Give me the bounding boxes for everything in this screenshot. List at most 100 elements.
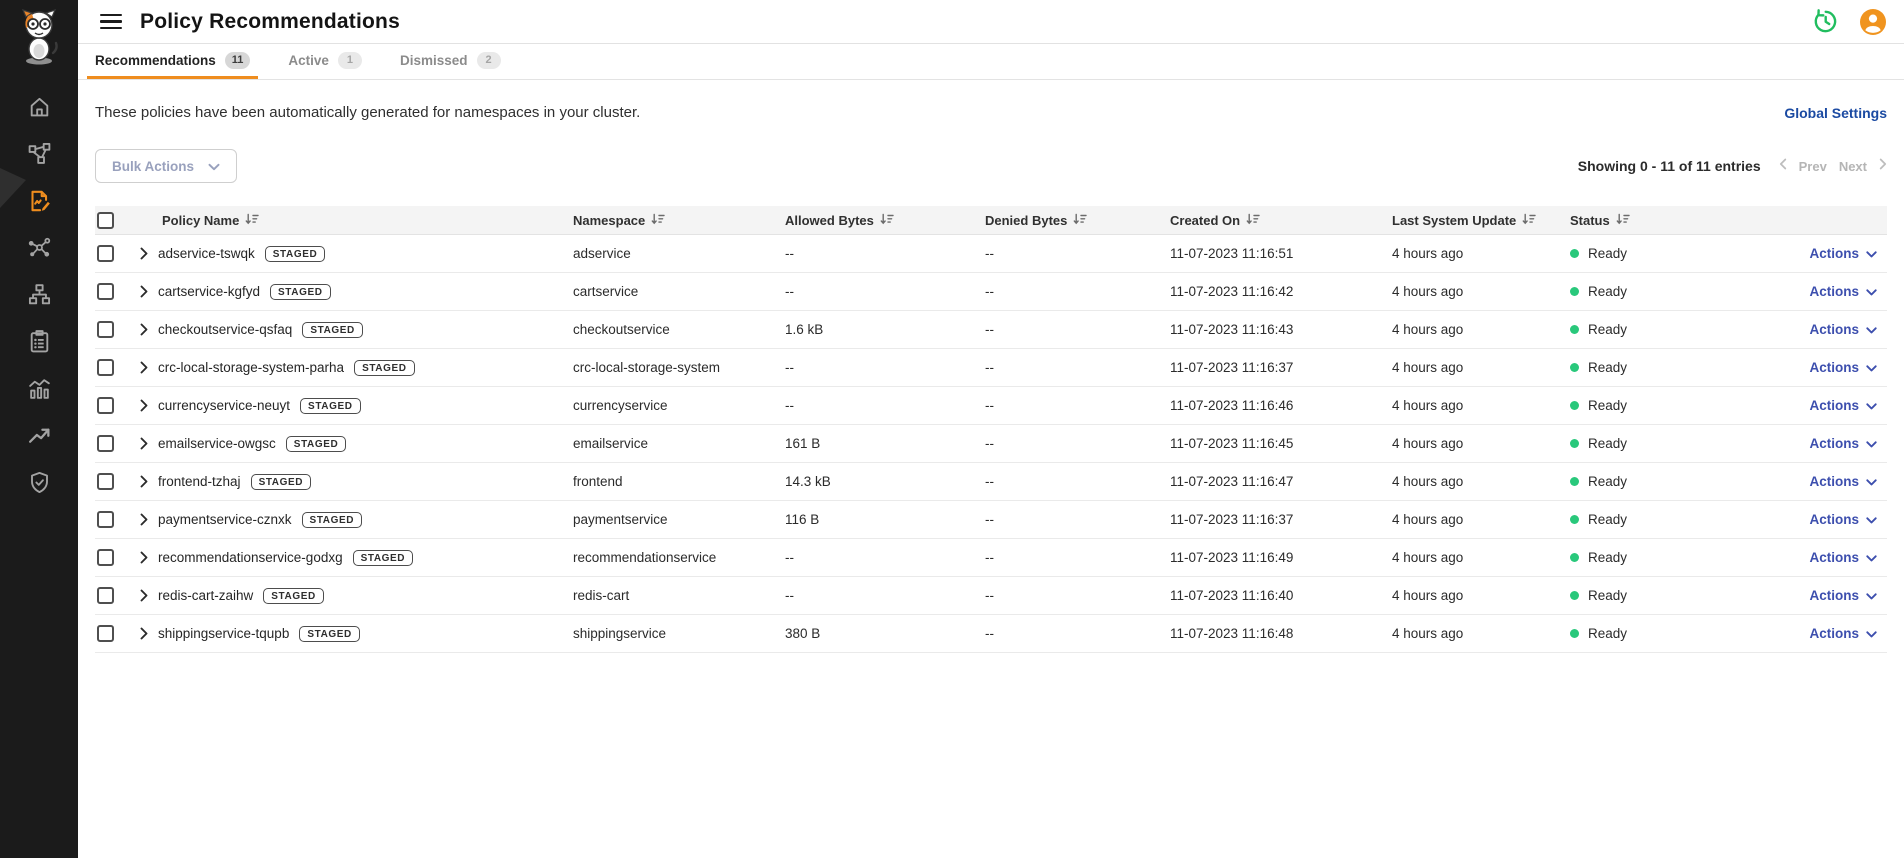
actions-label: Actions bbox=[1809, 436, 1859, 451]
row-checkbox[interactable] bbox=[97, 587, 114, 604]
column-header-allowed-bytes[interactable]: Allowed Bytes bbox=[785, 213, 874, 228]
actions-button[interactable]: Actions bbox=[1809, 322, 1877, 337]
row-checkbox[interactable] bbox=[97, 397, 114, 414]
expand-chevron-icon[interactable] bbox=[140, 437, 148, 450]
sidebar-item-policy-recommendations[interactable] bbox=[18, 190, 60, 216]
last-system-update-cell: 4 hours ago bbox=[1392, 512, 1570, 527]
row-checkbox[interactable] bbox=[97, 245, 114, 262]
created-on-cell: 11-07-2023 11:16:40 bbox=[1170, 588, 1392, 603]
sidebar-item-network-sitemap[interactable] bbox=[18, 284, 60, 310]
sidebar-item-home[interactable] bbox=[18, 96, 60, 122]
bulk-actions-button[interactable]: Bulk Actions bbox=[95, 149, 237, 183]
status-dot-icon bbox=[1570, 439, 1579, 448]
sort-icon[interactable] bbox=[1246, 213, 1260, 228]
status-cell: Ready bbox=[1570, 246, 1750, 261]
row-checkbox[interactable] bbox=[97, 359, 114, 376]
chevron-right-icon[interactable] bbox=[1879, 157, 1887, 175]
expand-chevron-icon[interactable] bbox=[140, 361, 148, 374]
stats-chart-icon bbox=[27, 376, 52, 406]
created-on-cell: 11-07-2023 11:16:46 bbox=[1170, 398, 1392, 413]
sort-icon[interactable] bbox=[245, 213, 259, 228]
row-checkbox[interactable] bbox=[97, 473, 114, 490]
sidebar-item-clipboard-report[interactable] bbox=[18, 331, 60, 357]
tab-active[interactable]: Active 1 bbox=[280, 44, 370, 79]
sort-icon[interactable] bbox=[1616, 213, 1630, 228]
actions-button[interactable]: Actions bbox=[1809, 588, 1877, 603]
actions-button[interactable]: Actions bbox=[1809, 626, 1877, 641]
expand-chevron-icon[interactable] bbox=[140, 551, 148, 564]
next-button[interactable]: Next bbox=[1839, 159, 1867, 174]
expand-chevron-icon[interactable] bbox=[140, 247, 148, 260]
sidebar-item-stats-chart[interactable] bbox=[18, 378, 60, 404]
actions-button[interactable]: Actions bbox=[1809, 360, 1877, 375]
expand-chevron-icon[interactable] bbox=[140, 627, 148, 640]
user-avatar-icon[interactable] bbox=[1859, 8, 1887, 36]
actions-button[interactable]: Actions bbox=[1809, 512, 1877, 527]
row-checkbox[interactable] bbox=[97, 625, 114, 642]
denied-bytes-cell: -- bbox=[985, 398, 1170, 413]
staged-badge: STAGED bbox=[270, 284, 331, 300]
column-header-status[interactable]: Status bbox=[1570, 213, 1610, 228]
prev-button[interactable]: Prev bbox=[1799, 159, 1827, 174]
expand-chevron-icon[interactable] bbox=[140, 323, 148, 336]
menu-button[interactable] bbox=[100, 12, 126, 32]
actions-label: Actions bbox=[1809, 512, 1859, 527]
policy-edit-icon bbox=[26, 188, 52, 219]
sort-icon[interactable] bbox=[880, 213, 894, 228]
sort-icon[interactable] bbox=[1522, 213, 1536, 228]
column-header-last-system-update[interactable]: Last System Update bbox=[1392, 213, 1516, 228]
actions-button[interactable]: Actions bbox=[1809, 474, 1877, 489]
sort-icon[interactable] bbox=[1073, 213, 1087, 228]
global-settings-link[interactable]: Global Settings bbox=[1784, 105, 1887, 121]
staged-badge: STAGED bbox=[286, 436, 347, 452]
actions-button[interactable]: Actions bbox=[1809, 246, 1877, 261]
tab-dismissed[interactable]: Dismissed 2 bbox=[392, 44, 509, 79]
pagination-summary: Showing 0 - 11 of 11 entries bbox=[1578, 158, 1761, 174]
row-checkbox[interactable] bbox=[97, 549, 114, 566]
expand-chevron-icon[interactable] bbox=[140, 513, 148, 526]
actions-button[interactable]: Actions bbox=[1809, 550, 1877, 565]
namespace-cell: crc-local-storage-system bbox=[573, 360, 785, 375]
chevron-down-icon bbox=[1866, 588, 1877, 603]
expand-chevron-icon[interactable] bbox=[140, 589, 148, 602]
column-header-policy-name[interactable]: Policy Name bbox=[162, 213, 239, 228]
sidebar-item-trend-arrow[interactable] bbox=[18, 425, 60, 451]
status-label: Ready bbox=[1588, 284, 1627, 299]
table-header-row: Policy Name Namespace Allowed Bytes bbox=[95, 206, 1887, 235]
sort-icon[interactable] bbox=[651, 213, 665, 228]
row-checkbox[interactable] bbox=[97, 435, 114, 452]
row-checkbox[interactable] bbox=[97, 321, 114, 338]
last-system-update-cell: 4 hours ago bbox=[1392, 474, 1570, 489]
row-checkbox[interactable] bbox=[97, 283, 114, 300]
expand-chevron-icon[interactable] bbox=[140, 399, 148, 412]
history-restore-icon[interactable] bbox=[1811, 8, 1839, 36]
actions-button[interactable]: Actions bbox=[1809, 398, 1877, 413]
chevron-down-icon bbox=[1866, 550, 1877, 565]
share-nodes-icon bbox=[27, 235, 52, 265]
denied-bytes-cell: -- bbox=[985, 284, 1170, 299]
chevron-down-icon bbox=[1866, 398, 1877, 413]
denied-bytes-cell: -- bbox=[985, 474, 1170, 489]
row-checkbox[interactable] bbox=[97, 511, 114, 528]
actions-button[interactable]: Actions bbox=[1809, 284, 1877, 299]
tab-recommendations[interactable]: Recommendations 11 bbox=[87, 44, 258, 79]
expand-chevron-icon[interactable] bbox=[140, 285, 148, 298]
expand-chevron-icon[interactable] bbox=[140, 475, 148, 488]
staged-badge: STAGED bbox=[263, 588, 324, 604]
column-header-namespace[interactable]: Namespace bbox=[573, 213, 645, 228]
column-header-created-on[interactable]: Created On bbox=[1170, 213, 1240, 228]
sidebar-item-network-graph[interactable] bbox=[18, 143, 60, 169]
sidebar-item-shield-check[interactable] bbox=[18, 472, 60, 498]
sidebar-item-share-nodes[interactable] bbox=[18, 237, 60, 263]
actions-button[interactable]: Actions bbox=[1809, 436, 1877, 451]
home-icon bbox=[27, 94, 52, 124]
column-header-denied-bytes[interactable]: Denied Bytes bbox=[985, 213, 1067, 228]
table-body: adservice-tswqk STAGED adservice -- -- 1… bbox=[95, 235, 1887, 653]
denied-bytes-cell: -- bbox=[985, 436, 1170, 451]
select-all-checkbox[interactable] bbox=[97, 212, 114, 229]
allowed-bytes-cell: -- bbox=[785, 360, 985, 375]
status-cell: Ready bbox=[1570, 284, 1750, 299]
actions-label: Actions bbox=[1809, 284, 1859, 299]
namespace-cell: currencyservice bbox=[573, 398, 785, 413]
chevron-left-icon[interactable] bbox=[1779, 157, 1787, 175]
